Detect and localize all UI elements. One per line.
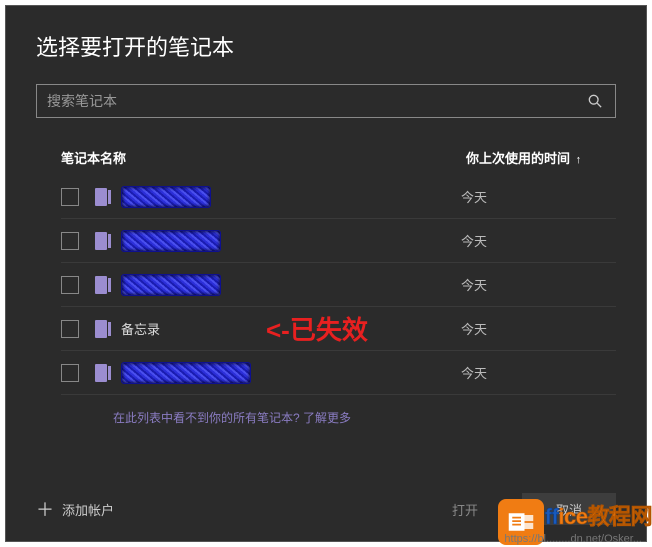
sort-arrow-icon: ↑ — [576, 154, 582, 166]
notebook-picker-dialog: 选择要打开的笔记本 笔记本名称 你上次使用的时间 ↑ 今天 — [5, 5, 647, 542]
notebook-name: 备忘录 — [121, 319, 160, 338]
add-account-label: 添加帐户 — [62, 500, 114, 519]
search-button[interactable] — [575, 85, 615, 117]
notebook-icon — [95, 232, 109, 250]
header-name[interactable]: 笔记本名称 — [61, 148, 466, 167]
notebook-icon — [95, 364, 109, 382]
redacted-name — [121, 362, 251, 384]
list-item[interactable]: 备忘录 <-已失效 今天 — [61, 307, 616, 351]
dialog-title: 选择要打开的笔记本 — [36, 30, 616, 62]
search-icon — [588, 94, 602, 108]
redacted-name — [121, 186, 211, 208]
notebook-icon — [95, 188, 109, 206]
notebook-icon — [95, 276, 109, 294]
list-item[interactable]: 今天 — [61, 175, 616, 219]
invalid-annotation: <-已失效 — [266, 310, 368, 347]
missing-notebooks-link[interactable]: 在此列表中看不到你的所有笔记本? 了解更多 — [61, 409, 616, 426]
row-checkbox[interactable] — [61, 188, 79, 206]
plus-icon: ＋ — [36, 496, 54, 522]
search-input[interactable] — [37, 85, 575, 117]
row-checkbox[interactable] — [61, 320, 79, 338]
last-used-time: 今天 — [461, 231, 487, 250]
notebook-icon — [95, 320, 109, 338]
last-used-time: 今天 — [461, 187, 487, 206]
search-box[interactable] — [36, 84, 616, 118]
list-headers: 笔记本名称 你上次使用的时间 ↑ — [61, 148, 616, 175]
list-item[interactable]: 今天 — [61, 263, 616, 307]
redacted-name — [121, 230, 221, 252]
last-used-time: 今天 — [461, 319, 487, 338]
row-checkbox[interactable] — [61, 364, 79, 382]
watermark-url: https://bl........dn.net/Osker... — [504, 533, 642, 545]
row-checkbox[interactable] — [61, 232, 79, 250]
add-account-button[interactable]: ＋ 添加帐户 — [36, 496, 114, 522]
row-checkbox[interactable] — [61, 276, 79, 294]
redacted-name — [121, 274, 221, 296]
last-used-time: 今天 — [461, 275, 487, 294]
list-item[interactable]: 今天 — [61, 351, 616, 395]
last-used-time: 今天 — [461, 363, 487, 382]
notebook-list: 笔记本名称 你上次使用的时间 ↑ 今天 今天 今天 — [36, 148, 616, 426]
header-time[interactable]: 你上次使用的时间 ↑ — [466, 148, 616, 167]
header-time-label: 你上次使用的时间 — [466, 151, 570, 166]
list-item[interactable]: 今天 — [61, 219, 616, 263]
watermark-text: ffice教程网 — [545, 499, 652, 531]
